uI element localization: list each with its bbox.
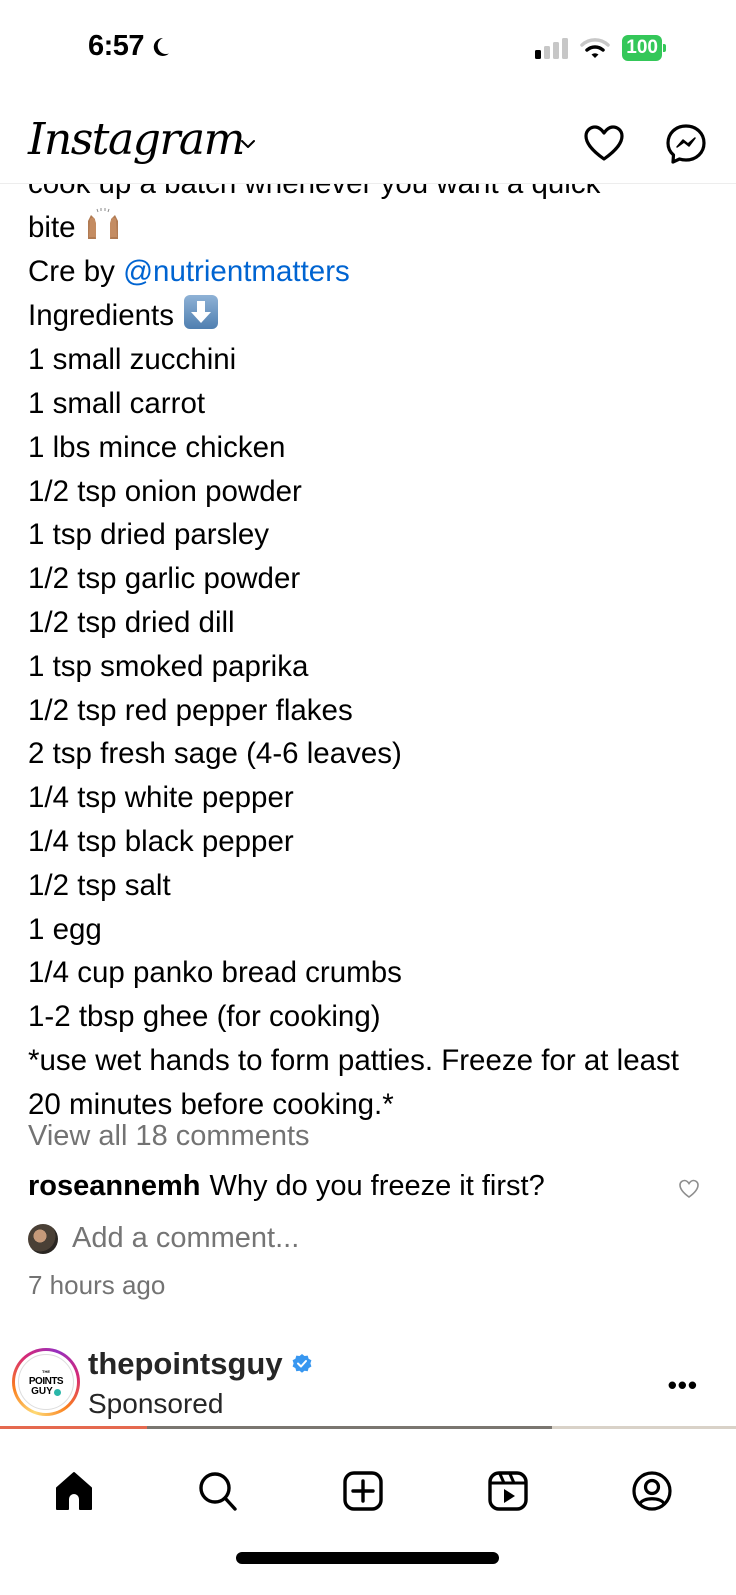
story-ring[interactable]: THE POINTS GUY [12, 1348, 80, 1416]
post-timestamp: 7 hours ago [28, 1270, 166, 1300]
caption-line: bite [28, 206, 718, 250]
comment-username[interactable]: roseannemh [28, 1170, 200, 1203]
ingredient-item: 1/4 tsp black pepper [28, 824, 294, 858]
ingredient-item: 1-2 tbsp ghee (for cooking) [28, 1000, 381, 1034]
messenger-icon[interactable] [664, 122, 708, 166]
ingredient-item: 1/2 tsp dried dill [28, 605, 235, 639]
ingredient-item: 1/2 tsp garlic powder [28, 562, 301, 596]
battery-indicator: 100 [622, 35, 666, 61]
home-icon[interactable] [52, 1469, 96, 1513]
ingredient-item: 1 tsp dried parsley [28, 518, 270, 552]
status-bar: 6:57 100 [0, 0, 736, 100]
ingredient-item: 1/2 tsp red pepper flakes [28, 693, 353, 727]
sponsored-label: Sponsored [88, 1388, 224, 1419]
bottom-tab-bar [0, 1429, 736, 1529]
add-comment-row [28, 1222, 472, 1255]
ingredients-list: 1 small zucchini 1 small carrot 1 lbs minc… [28, 338, 718, 1039]
verified-badge-icon [292, 1354, 312, 1373]
wifi-icon [580, 38, 611, 58]
user-avatar [28, 1223, 58, 1254]
ingredient-item: 1 small zucchini [28, 343, 237, 377]
arrow-badge-icon [53, 1388, 61, 1396]
caption-note: *use wet hands to form patties. Freeze f… [28, 1043, 679, 1121]
ingredient-item: 2 tsp fresh sage (4-6 leaves) [28, 737, 402, 771]
home-indicator[interactable] [236, 1552, 499, 1564]
username-text[interactable]: thepointsguy [88, 1346, 283, 1382]
comment-text: Why do you freeze it first? [209, 1170, 545, 1202]
cellular-signal-icon [535, 37, 569, 59]
avatar-text-guy: GUY [31, 1386, 53, 1397]
chevron-down-icon[interactable] [238, 134, 258, 154]
view-all-comments-link[interactable]: View all 18 comments [28, 1120, 310, 1153]
search-icon[interactable] [196, 1469, 240, 1513]
brand-avatar: THE POINTS GUY [18, 1354, 74, 1410]
heart-icon[interactable] [582, 122, 626, 166]
top-comment: roseannemh Why do you freeze it first? [28, 1170, 708, 1203]
reels-icon[interactable] [486, 1469, 530, 1513]
status-time: 6:57 [88, 30, 172, 63]
more-options-icon[interactable]: ••• [668, 1370, 698, 1401]
post-caption: cook up a batch whenever you want a quic… [28, 162, 718, 1127]
ingredient-item: 1/2 tsp salt [28, 868, 171, 902]
like-comment-heart-icon[interactable] [678, 1178, 700, 1200]
clock: 6:57 [88, 30, 145, 62]
battery-nub [663, 44, 666, 52]
status-indicators: 100 [535, 35, 666, 61]
ingredient-item: 1/4 cup panko bread crumbs [28, 956, 402, 990]
battery-level: 100 [622, 35, 662, 61]
moon-icon [153, 37, 170, 56]
instagram-logo[interactable]: Instagram [28, 114, 245, 165]
post-username[interactable]: thepointsguy [88, 1346, 313, 1382]
profile-icon[interactable] [630, 1469, 674, 1513]
ingredient-item: 1 tsp smoked paprika [28, 649, 309, 683]
caption-text: bite [28, 210, 76, 244]
ingredients-label: Ingredients [28, 299, 174, 333]
ingredient-item: 1/2 tsp onion powder [28, 474, 302, 508]
mention-link[interactable]: @nutrientmatters [123, 255, 350, 288]
next-post-header: THE POINTS GUY thepointsguy Sponsored ••… [0, 1346, 736, 1426]
ingredient-item: 1 small carrot [28, 386, 206, 420]
down-arrow-emoji-icon [184, 295, 219, 330]
ingredients-heading: Ingredients [28, 293, 718, 338]
credit-prefix: Cre by [28, 254, 115, 288]
plus-square-icon[interactable] [341, 1469, 385, 1513]
add-comment-input[interactable] [72, 1222, 472, 1255]
ingredient-item: 1/4 tsp white pepper [28, 781, 294, 815]
caption-credit: Cre by @nutrientmatters [28, 250, 718, 294]
raised-hands-emoji-icon [87, 207, 118, 239]
ingredient-item: 1 egg [28, 912, 102, 946]
ingredient-item: 1 lbs mince chicken [28, 430, 286, 464]
app-header: Instagram [0, 100, 736, 184]
